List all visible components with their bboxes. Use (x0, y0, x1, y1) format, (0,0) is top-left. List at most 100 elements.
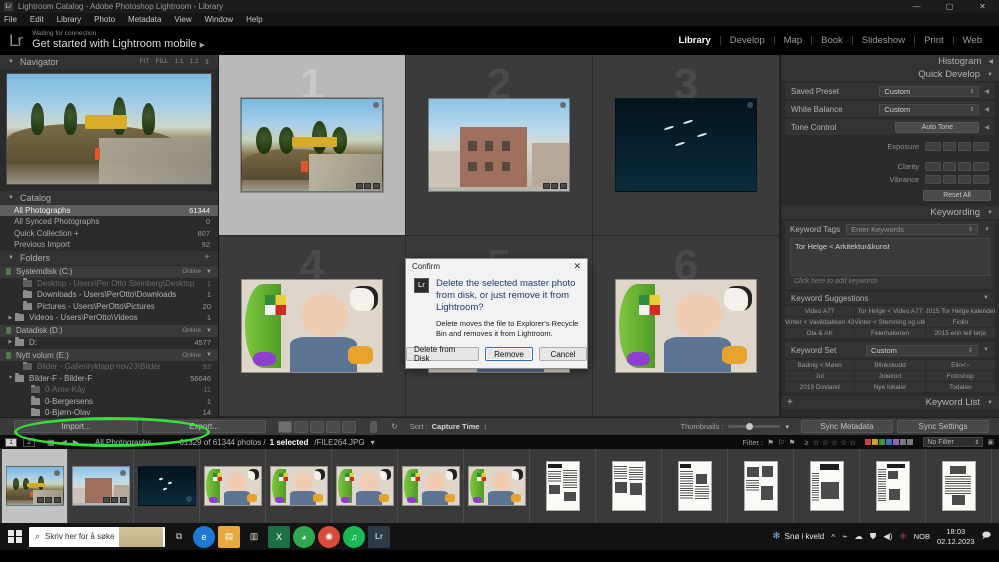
filmstrip-item[interactable] (926, 449, 992, 523)
filmstrip-thumbnail[interactable] (71, 466, 130, 506)
keyword-badge-icon[interactable] (355, 182, 363, 189)
color-chip-none[interactable] (900, 439, 907, 445)
keyword-set-item[interactable]: Blinkskudd (855, 360, 925, 370)
catalog-header[interactable]: ▼ Catalog (0, 190, 218, 205)
white-balance-dropdown[interactable]: Custom ⇕ (879, 103, 980, 115)
filmstrip-thumbnail[interactable] (137, 466, 196, 506)
vibrance-increase-small[interactable] (958, 175, 971, 184)
color-chip-green[interactable] (879, 439, 886, 445)
import-button[interactable]: Import... (14, 420, 138, 433)
develop-badge-icon[interactable] (559, 182, 567, 189)
color-chip-custom[interactable] (907, 439, 914, 445)
filmstrip-thumbnail[interactable] (611, 461, 646, 511)
filmstrip-item[interactable] (332, 449, 398, 523)
photo-thumbnail[interactable] (428, 98, 570, 192)
exposure-decrease-small[interactable] (943, 142, 956, 151)
filmstrip-item[interactable] (860, 449, 926, 523)
filmstrip-item[interactable] (596, 449, 662, 523)
keyword-badge-icon[interactable] (36, 497, 44, 503)
menu-item-view[interactable]: View (174, 15, 191, 24)
star-3-icon[interactable]: ☆ (831, 438, 838, 447)
filmstrip-item[interactable] (200, 449, 266, 523)
white-balance-row[interactable]: White Balance Custom ⇕ ◀ (785, 101, 995, 117)
bluetooth-icon[interactable]: ⁜ (900, 531, 907, 542)
filmstrip[interactable] (0, 449, 999, 523)
filmstrip-item[interactable] (794, 449, 860, 523)
chevron-down-icon[interactable]: ▾ (785, 423, 789, 431)
filmstrip-thumbnail[interactable] (203, 466, 262, 506)
star-2-icon[interactable]: ☆ (822, 438, 829, 447)
keyword-set-item[interactable]: Nye lokaler (855, 382, 925, 392)
previous-photo-icon[interactable]: ◀ (61, 438, 67, 447)
color-chip-yellow[interactable] (872, 439, 879, 445)
filmstrip-thumbnail[interactable] (335, 466, 394, 506)
module-web[interactable]: Web (954, 35, 991, 46)
filmstrip-thumbnail[interactable] (5, 466, 64, 506)
network-icon[interactable]: ⌁ (842, 531, 847, 542)
security-icon[interactable]: ⛊ (870, 531, 876, 542)
volume-icon[interactable]: ◀) (883, 531, 892, 542)
vibrance-decrease-small[interactable] (943, 175, 956, 184)
folder-row[interactable]: Downloads - Users\PerOtto\Downloads 1 (0, 289, 218, 301)
keyword-badge-icon[interactable] (542, 182, 550, 189)
keyword-set-item[interactable]: Elin<~ (925, 360, 995, 370)
tone-control-row[interactable]: Tone Control Auto Tone ◀ (785, 119, 995, 135)
people-view-icon[interactable] (342, 420, 356, 433)
keyword-suggestion[interactable]: Fiolin (925, 317, 995, 327)
thumbnail-size-slider[interactable] (728, 422, 781, 430)
close-icon[interactable]: ✕ (573, 261, 581, 272)
folder-row[interactable]: Pictures - Users\PerOtto\Pictures 20 (0, 301, 218, 313)
chrome-icon[interactable]: ◉ (318, 525, 340, 548)
saved-preset-row[interactable]: Saved Preset Custom ⇕ ◀ (785, 83, 995, 99)
grid-cell[interactable]: 6 (593, 236, 780, 417)
collapse-icon[interactable]: ▼ (983, 347, 989, 353)
filmstrip-thumbnail[interactable] (743, 461, 778, 511)
start-button[interactable] (4, 526, 26, 548)
keyword-set-row[interactable]: Keyword Set Custom ⇕ ▼ (785, 342, 995, 358)
sync-metadata-button[interactable]: Sync Metadata (801, 420, 893, 433)
source-label[interactable]: All Photographs (95, 438, 151, 447)
folder-row[interactable]: ▶ Videos - Users\PerOtto\Videos 1 (0, 312, 218, 324)
develop-badge-icon[interactable] (119, 497, 127, 503)
unsaved-metadata-icon[interactable] (559, 102, 566, 109)
keyword-set-item[interactable]: 2019 Dovland (785, 382, 855, 392)
sort-value[interactable]: Capture Time (432, 422, 480, 431)
grid-cell[interactable]: 2 (406, 55, 593, 236)
menu-item-edit[interactable]: Edit (30, 15, 44, 24)
photo-thumbnail[interactable] (615, 98, 757, 192)
star-5-icon[interactable]: ☆ (849, 438, 856, 447)
grid-cell[interactable]: 1 (219, 55, 406, 236)
close-button[interactable]: ✕ (966, 0, 999, 13)
catalog-item-all-photographs[interactable]: All Photographs 61344 (0, 204, 218, 217)
folder-row[interactable]: Desktop - Users\Per Otto Steinberg\Deskt… (0, 278, 218, 290)
menu-item-photo[interactable]: Photo (94, 15, 115, 24)
keyword-set-item[interactable]: Jul (785, 371, 855, 381)
filmstrip-item[interactable] (728, 449, 794, 523)
add-keywords-hint[interactable]: Click here to add keywords (790, 276, 990, 286)
keyword-suggestion[interactable]: Tor Helge < Video A77 (855, 306, 925, 316)
crop-badge-icon[interactable] (551, 182, 559, 189)
keyword-set-item[interactable]: Julekort (855, 371, 925, 381)
minimize-button[interactable]: — (900, 0, 933, 13)
unsaved-metadata-icon[interactable] (53, 470, 60, 476)
clarity-decrease-small[interactable] (943, 162, 956, 171)
filmstrip-thumbnail[interactable] (545, 461, 580, 511)
menu-item-library[interactable]: Library (57, 15, 81, 24)
crop-badge-icon[interactable] (45, 497, 52, 503)
chevron-down-icon[interactable]: ▼ (206, 269, 212, 275)
clarity-increase-large[interactable] (973, 162, 989, 171)
photo-thumbnail[interactable] (240, 97, 384, 193)
zoom-fill[interactable]: FILL (155, 58, 168, 65)
develop-badge-icon[interactable] (372, 182, 380, 189)
folder-row-bilder-f[interactable]: ▼ Bilder-F - Bilder-F 56646 (0, 373, 218, 385)
file-explorer-icon[interactable]: ▤ (218, 525, 240, 548)
filmstrip-thumbnail[interactable] (401, 466, 460, 506)
mobile-headline[interactable]: Get started with Lightroom mobile ▶ (32, 38, 205, 52)
zoom-1-2[interactable]: 1:2 (190, 58, 199, 65)
keyword-suggestion[interactable]: Vinter < Stemning og utk (855, 317, 925, 327)
star-4-icon[interactable]: ☆ (840, 438, 847, 447)
module-library[interactable]: Library (670, 35, 720, 46)
filmstrip-thumbnail[interactable] (941, 461, 976, 511)
keyword-suggestion[interactable]: 2015 Tor Helge kalender (925, 306, 995, 316)
twisty-icon[interactable]: ▶ (6, 315, 15, 321)
